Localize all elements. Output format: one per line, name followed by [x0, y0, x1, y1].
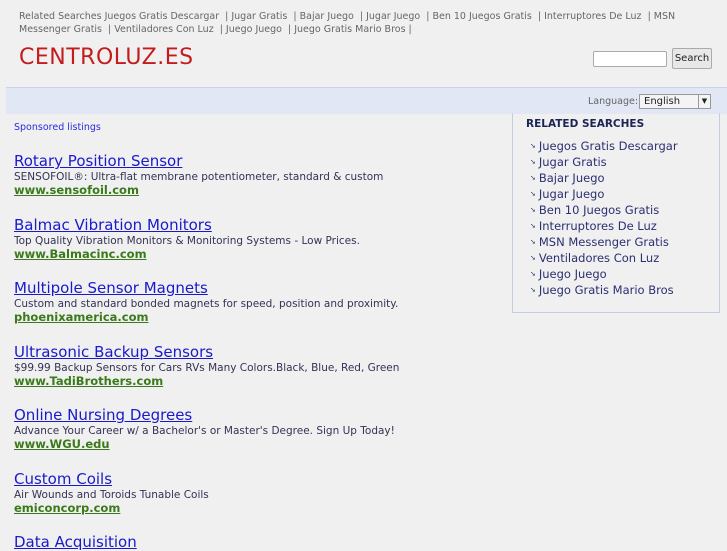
- language-select[interactable]: English ▼: [639, 94, 711, 109]
- listing-url[interactable]: www.sensofoil.com: [14, 184, 383, 197]
- separator: |: [359, 11, 364, 22]
- separator: |: [225, 11, 229, 22]
- related-search-item[interactable]: ➘ Ben 10 Juegos Gratis: [530, 202, 678, 218]
- listing-description: Custom and standard bonded magnets for s…: [14, 298, 399, 310]
- related-search-link[interactable]: Interruptores De Luz: [539, 219, 657, 233]
- arrow-bullet-icon: ➘: [530, 206, 536, 214]
- arrow-bullet-icon: ➘: [530, 270, 536, 278]
- listing-url[interactable]: phoenixamerica.com: [14, 311, 398, 324]
- listing-description: SENSOFOIL®: Ultra-flat membrane potentio…: [14, 171, 384, 183]
- listing: Balmac Vibration Monitors Top Quality Vib…: [14, 216, 360, 261]
- related-search-item[interactable]: ➘ Ventiladores Con Luz: [530, 250, 678, 266]
- related-search-link[interactable]: Juegos Gratis Descargar: [539, 139, 678, 153]
- related-search-link[interactable]: Juego Gratis Mario Bros: [539, 283, 674, 297]
- listing-url[interactable]: www.WGU.edu: [14, 438, 395, 451]
- language-label: Language:: [588, 96, 639, 107]
- chevron-down-icon: ▼: [698, 95, 710, 108]
- language-selected: English: [644, 96, 681, 107]
- arrow-bullet-icon: ➘: [530, 238, 536, 246]
- listing: Rotary Position Sensor SENSOFOIL®: Ultra-…: [14, 152, 383, 197]
- related-search-link[interactable]: MSN Messenger Gratis: [539, 235, 669, 249]
- listing: Online Nursing Degrees Advance Your Caree…: [14, 406, 395, 451]
- listing-title[interactable]: Rotary Position Sensor: [14, 152, 383, 170]
- site-logo[interactable]: CENTROLUZ.ES: [19, 45, 194, 70]
- related-search-link[interactable]: Jugar Gratis: [539, 155, 607, 169]
- arrow-bullet-icon: ➘: [530, 254, 536, 262]
- top-link[interactable]: Bajar Juego: [300, 11, 354, 22]
- arrow-bullet-icon: ➘: [530, 222, 536, 230]
- listing-title[interactable]: Online Nursing Degrees: [14, 406, 395, 424]
- separator: |: [647, 11, 651, 22]
- related-search-link[interactable]: Jugar Juego: [539, 187, 605, 201]
- search-input[interactable]: [593, 51, 667, 67]
- listing-description: $99.99 Backup Sensors for Cars RVs Many …: [14, 361, 400, 374]
- related-search-item[interactable]: ➘ Juegos Gratis Descargar: [530, 138, 678, 154]
- listing-title[interactable]: Data Acquisition: [14, 533, 137, 551]
- related-search-item[interactable]: ➘ Juego Gratis Mario Bros: [530, 282, 678, 298]
- top-link[interactable]: Jugar Juego: [366, 11, 420, 22]
- listing-title[interactable]: Custom Coils: [14, 470, 209, 488]
- arrow-bullet-icon: ➘: [530, 286, 536, 294]
- separator: |: [408, 24, 412, 35]
- listing-description: Top Quality Vibration Monitors & Monitor…: [14, 234, 360, 247]
- related-searches-panel: RELATED SEARCHES ➘ Juegos Gratis Descarga…: [512, 113, 720, 313]
- related-search-link[interactable]: Juego Juego: [539, 267, 607, 281]
- top-link[interactable]: Ben 10 Juegos Gratis: [432, 11, 531, 22]
- listing: Ultrasonic Backup Sensors $99.99 Backup S…: [14, 343, 399, 388]
- listing-title[interactable]: Multipole Sensor Magnets: [14, 279, 398, 297]
- separator: |: [293, 11, 297, 22]
- search-button[interactable]: Search: [672, 48, 712, 69]
- listing: Multipole Sensor Magnets Custom and stand…: [14, 279, 398, 324]
- top-link[interactable]: Juego Juego: [226, 24, 282, 35]
- arrow-bullet-icon: ➘: [530, 158, 536, 166]
- related-search-link[interactable]: Ben 10 Juegos Gratis: [539, 203, 659, 217]
- arrow-bullet-icon: ➘: [530, 174, 536, 182]
- listing-description: Advance Your Career w/ a Bachelor's or M…: [14, 425, 395, 437]
- top-link[interactable]: Juegos Gratis Descargar: [105, 11, 220, 22]
- related-searches-title: RELATED SEARCHES: [526, 118, 645, 130]
- top-link[interactable]: Juego Gratis Mario Bros: [294, 24, 405, 35]
- related-search-item[interactable]: ➘ MSN Messenger Gratis: [530, 234, 678, 250]
- listing-url[interactable]: www.Balmacinc.com: [14, 247, 360, 261]
- related-search-link[interactable]: Ventiladores Con Luz: [539, 251, 659, 265]
- listing-url[interactable]: www.TadiBrothers.com: [14, 374, 399, 388]
- sponsored-listings-link[interactable]: Sponsored listings: [14, 122, 101, 133]
- listing-description: Air Wounds and Toroids Tunable Coils: [14, 488, 209, 501]
- separator: |: [288, 24, 292, 35]
- top-link[interactable]: Jugar Gratis: [231, 11, 287, 22]
- related-search-link[interactable]: Bajar Juego: [539, 171, 605, 185]
- top-links-label: Related Searches: [19, 11, 102, 22]
- top-link[interactable]: Ventiladores Con Luz: [114, 24, 213, 35]
- related-search-item[interactable]: ➘ Jugar Juego: [530, 186, 678, 202]
- separator: |: [426, 11, 430, 22]
- listing: Data Acquisition: [14, 533, 137, 551]
- separator: |: [219, 24, 223, 35]
- related-search-item[interactable]: ➘ Bajar Juego: [530, 170, 678, 186]
- related-search-item[interactable]: ➘ Jugar Gratis: [530, 154, 678, 170]
- separator: |: [108, 24, 112, 35]
- separator: |: [537, 11, 542, 22]
- top-link[interactable]: Interruptores De Luz: [544, 11, 641, 22]
- listing-title[interactable]: Ultrasonic Backup Sensors: [14, 343, 399, 361]
- listing-title[interactable]: Balmac Vibration Monitors: [14, 216, 360, 234]
- listing: Custom Coils Air Wounds and Toroids Tunab…: [14, 470, 209, 515]
- arrow-bullet-icon: ➘: [530, 190, 536, 198]
- arrow-bullet-icon: ➘: [530, 142, 536, 150]
- listing-url[interactable]: emiconcorp.com: [14, 501, 209, 515]
- related-search-item[interactable]: ➘ Juego Juego: [530, 266, 678, 282]
- related-search-item[interactable]: ➘ Interruptores De Luz: [530, 218, 678, 234]
- top-related-links: Related Searches Juegos Gratis Descargar…: [19, 10, 689, 36]
